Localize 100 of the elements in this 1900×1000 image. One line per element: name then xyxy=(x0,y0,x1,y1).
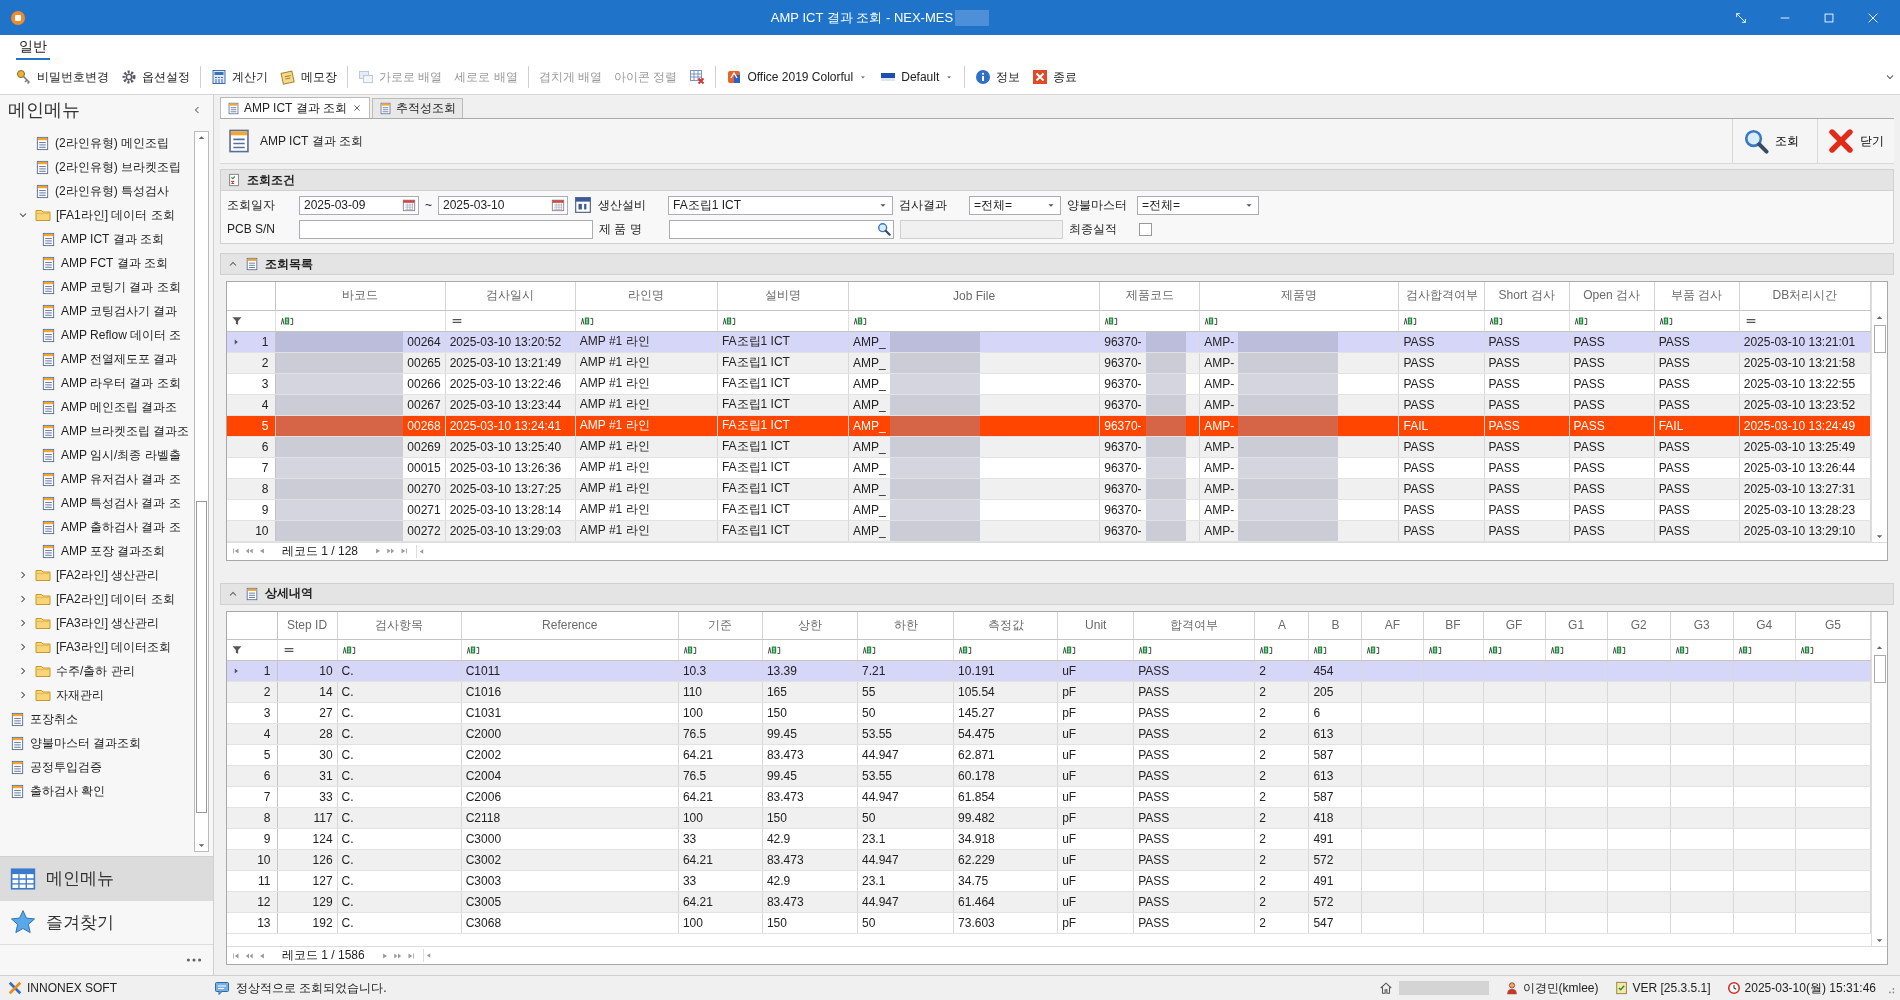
table-row[interactable]: 3 00266 2025-03-10 13:22:46 AMP #1 라인 FA조립1 ICT AMP_ 96370- AMP- PASS PASS PASS PASS 2025-03-10 13:22:55 xyxy=(227,373,1871,394)
column-header[interactable]: 제품명 xyxy=(1199,282,1399,310)
previous-page-icon[interactable] xyxy=(244,546,254,556)
tree-item[interactable]: AMP 브라켓조립 결과조 xyxy=(0,419,194,443)
document-tab[interactable]: 추적성조회 xyxy=(371,98,463,118)
table-row[interactable]: 1 00264 2025-03-10 13:20:52 AMP #1 라인 FA조립1 ICT AMP_ 96370- AMP- PASS PASS PASS PASS 2025-03-10 13:21:01 xyxy=(227,331,1871,352)
tree-item[interactable]: 수주/출하 관리 xyxy=(0,659,194,683)
toolbar-button[interactable]: 비밀번호변경 xyxy=(12,65,113,89)
last-record-icon[interactable] xyxy=(399,546,410,556)
table-row[interactable]: 7 00015 2025-03-10 13:26:36 AMP #1 라인 FA조립1 ICT AMP_ 96370- AMP- PASS PASS PASS PASS 2025-03-10 13:26:44 xyxy=(227,457,1871,478)
toolbar-button[interactable]: Office 2019 Colorful xyxy=(722,66,873,88)
dropdown[interactable]: FA조립1 ICT xyxy=(668,195,893,215)
scroll-thumb[interactable] xyxy=(1873,325,1886,353)
table-row[interactable]: 2 00265 2025-03-10 13:21:49 AMP #1 라인 FA조립1 ICT AMP_ 96370- AMP- PASS PASS PASS PASS 2025-03-10 13:21:58 xyxy=(227,352,1871,373)
tree-item[interactable]: [FA2라인] 데이터 조회 xyxy=(0,587,194,611)
maximize-icon[interactable] xyxy=(1822,10,1836,25)
column-header[interactable]: AF xyxy=(1361,611,1423,640)
dropdown[interactable]: =전체= xyxy=(969,195,1061,215)
table-row[interactable]: 1 10 C. C1011 10.3 13.39 7.21 10.191 uF PASS 2 454 xyxy=(227,660,1871,682)
calendar-icon[interactable] xyxy=(402,198,416,212)
column-header[interactable]: G1 xyxy=(1545,611,1608,640)
column-header[interactable]: Unit xyxy=(1057,611,1134,640)
tree-item[interactable]: AMP 포장 결과조회 xyxy=(0,539,194,563)
column-header[interactable]: 상한 xyxy=(762,611,858,640)
first-record-icon[interactable] xyxy=(231,546,241,556)
text-field[interactable] xyxy=(299,219,593,239)
tree-item[interactable]: 포장취소 xyxy=(0,707,194,731)
column-header[interactable]: G5 xyxy=(1795,611,1871,640)
table-row[interactable]: 8 117 C. C2118 100 150 50 99.482 pF PASS 2 418 xyxy=(227,807,1871,829)
column-header[interactable]: 라인명 xyxy=(575,282,718,310)
table-row[interactable]: 13 192 C. C3068 100 150 50 73.603 pF PASS 2 547 xyxy=(227,912,1871,934)
vertical-scrollbar[interactable] xyxy=(194,131,209,852)
tree-item[interactable]: 출하검사 확인 xyxy=(0,779,194,803)
scroll-thumb[interactable] xyxy=(1873,654,1886,683)
search-field[interactable] xyxy=(669,219,894,239)
filter-icon[interactable] xyxy=(231,644,243,656)
column-header[interactable]: 검사항목 xyxy=(337,611,462,640)
column-header[interactable]: 기준 xyxy=(678,611,763,640)
checkbox[interactable] xyxy=(1139,222,1152,236)
table-row[interactable]: 3 27 C. C1031 100 150 50 145.27 pF PASS 2 6 xyxy=(227,702,1871,724)
table-row[interactable]: 9 124 C. C3000 33 42.9 23.1 34.918 uF PASS 2 491 xyxy=(227,828,1871,850)
dropdown[interactable]: =전체= xyxy=(1137,195,1259,215)
tree-item[interactable]: AMP Reflow 데이터 조 xyxy=(0,323,194,347)
table-row[interactable]: 10 00272 2025-03-10 13:29:03 AMP #1 라인 FA조립1 ICT AMP_ 96370- AMP- PASS PASS PASS PASS 2025-03-10 13:29:10 xyxy=(227,520,1871,541)
tree-item[interactable]: AMP 전열제도포 결과 xyxy=(0,347,194,371)
column-header[interactable]: Open 검사 xyxy=(1569,282,1655,310)
filter-icon[interactable] xyxy=(231,314,243,327)
tree-item[interactable]: 공정투입검증 xyxy=(0,755,194,779)
table-row[interactable]: 4 28 C. C2000 76.5 99.45 53.55 54.475 uF PASS 2 613 xyxy=(227,723,1871,745)
column-header[interactable]: B xyxy=(1308,611,1362,640)
tree-item[interactable]: AMP FCT 결과 조회 xyxy=(0,251,194,275)
date-field[interactable]: 2025-03-09 xyxy=(299,195,419,215)
toolbar-button[interactable]: 종료 xyxy=(1028,65,1082,89)
document-tab[interactable]: AMP ICT 결과 조회 xyxy=(220,97,370,118)
toolbar-button[interactable]: 계산기 xyxy=(207,65,272,89)
column-header[interactable]: 측정값 xyxy=(953,611,1058,640)
tree-item[interactable]: AMP 임시/최종 라벨출 xyxy=(0,443,194,467)
tree-item[interactable]: [FA3라인] 데이터조회 xyxy=(0,635,194,659)
tree-item[interactable]: [FA2라인] 생산관리 xyxy=(0,563,194,587)
tree-item[interactable]: 양불마스터 결과조회 xyxy=(0,731,194,755)
close-button[interactable]: 닫기 xyxy=(1817,119,1894,163)
table-row[interactable]: 8 00270 2025-03-10 13:27:25 AMP #1 라인 FA조립1 ICT AMP_ 96370- AMP- PASS PASS PASS PASS 2025-03-10 13:27:31 xyxy=(227,478,1871,499)
column-header[interactable]: A xyxy=(1254,611,1309,640)
column-header[interactable]: BF xyxy=(1423,611,1484,640)
tree-item[interactable]: [FA1라인] 데이터 조회 xyxy=(0,203,194,227)
toolbar-button[interactable]: 메모장 xyxy=(276,65,341,89)
tree-item[interactable]: [FA3라인] 생산관리 xyxy=(0,611,194,635)
search-icon[interactable] xyxy=(877,222,891,236)
column-header[interactable]: 바코드 xyxy=(275,282,446,310)
tree-item[interactable]: 자재관리 xyxy=(0,683,194,707)
calendar-button-icon[interactable] xyxy=(574,196,592,214)
table-row[interactable]: 9 00271 2025-03-10 13:28:14 AMP #1 라인 FA조립1 ICT AMP_ 96370- AMP- PASS PASS PASS PASS 2025-03-10 13:28:23 xyxy=(227,499,1871,520)
tree-item[interactable]: AMP 유저검사 결과 조 xyxy=(0,467,194,491)
tree-item[interactable]: AMP 라우터 결과 조회 xyxy=(0,371,194,395)
tree-item[interactable]: (2라인유형) 특성검사 xyxy=(0,179,194,203)
column-header[interactable]: 검사일시 xyxy=(445,282,576,310)
toolbar-button[interactable]: 정보 xyxy=(971,65,1025,89)
table-row[interactable]: 4 00267 2025-03-10 13:23:44 AMP #1 라인 FA조립1 ICT AMP_ 96370- AMP- PASS PASS PASS PASS 2025-03-10 13:23:52 xyxy=(227,394,1871,415)
table-row[interactable]: 5 30 C. C2002 64.21 83.473 44.947 62.871 uF PASS 2 587 xyxy=(227,744,1871,766)
vertical-scrollbar[interactable] xyxy=(1871,282,1887,542)
toolbar-button[interactable]: Default xyxy=(876,66,959,88)
vertical-scrollbar[interactable] xyxy=(1871,611,1887,946)
date-field[interactable]: 2025-03-10 xyxy=(438,195,568,215)
column-header[interactable]: Reference xyxy=(461,611,679,640)
column-header[interactable]: 제품코드 xyxy=(1099,282,1200,310)
column-header[interactable]: GF xyxy=(1483,611,1546,640)
table-row[interactable]: 6 00269 2025-03-10 13:25:40 AMP #1 라인 FA조립1 ICT AMP_ 96370- AMP- PASS PASS PASS PASS 2025-03-10 13:25:49 xyxy=(227,436,1871,457)
table-row[interactable]: 2 14 C. C1016 110 165 55 105.54 pF PASS 2 205 xyxy=(227,681,1871,703)
tree-item[interactable]: (2라인유형) 브라켓조립 xyxy=(0,155,194,179)
table-row[interactable]: 7 33 C. C2006 64.21 83.473 44.947 61.854 uF PASS 2 587 xyxy=(227,786,1871,808)
search-button[interactable]: 조회 xyxy=(1732,119,1809,163)
ribbon-tab[interactable]: 일반 xyxy=(16,38,50,60)
sidebar-nav-button[interactable]: 즐겨찾기 xyxy=(0,900,213,945)
column-header[interactable]: Job File xyxy=(848,282,1100,310)
tree-item[interactable]: (2라인유형) 메인조립 xyxy=(0,131,194,155)
column-header[interactable]: G2 xyxy=(1607,611,1671,640)
column-header[interactable]: G4 xyxy=(1733,611,1796,640)
column-header[interactable]: 하한 xyxy=(857,611,954,640)
column-header[interactable]: G3 xyxy=(1670,611,1734,640)
sidebar-nav-button[interactable]: 메인메뉴 xyxy=(0,857,213,901)
